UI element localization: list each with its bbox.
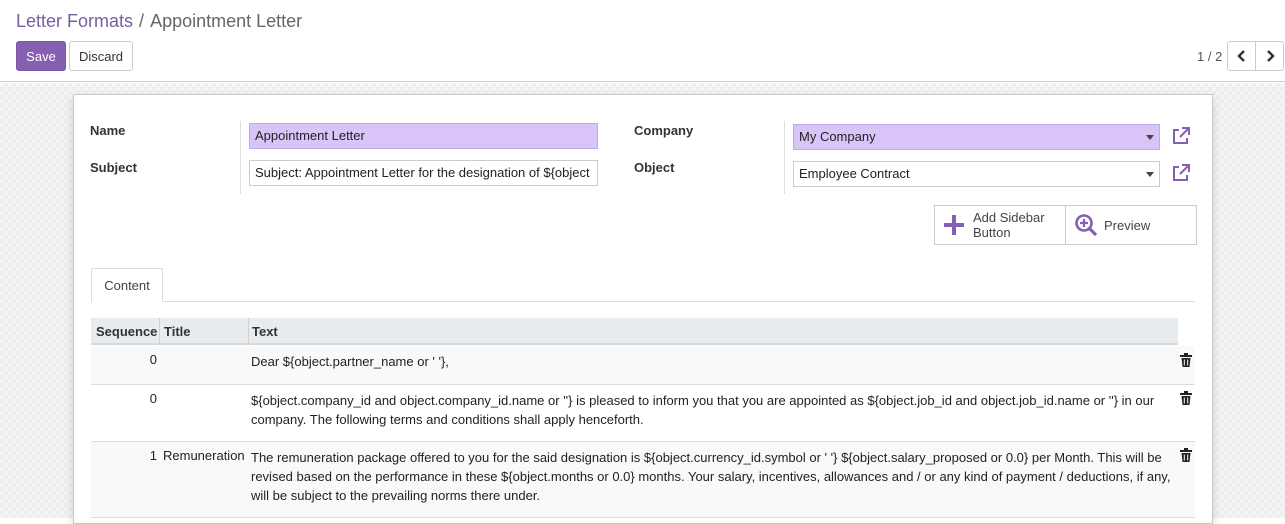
row-sequence: 1 bbox=[149, 448, 157, 463]
object-select[interactable]: Employee Contract bbox=[793, 161, 1160, 187]
row-text: The remuneration package offered to you … bbox=[251, 450, 1171, 503]
plus-icon bbox=[944, 215, 964, 235]
save-button[interactable]: Save bbox=[16, 41, 66, 71]
row-sequence: 0 bbox=[149, 391, 157, 406]
row-text: Dear ${object.partner_name or ' '}, bbox=[251, 354, 449, 369]
pager-value[interactable]: 1 / 2 bbox=[1197, 49, 1222, 64]
tab-underline bbox=[91, 301, 1195, 302]
object-select-value: Employee Contract bbox=[799, 166, 910, 181]
column-header-text[interactable]: Text bbox=[252, 324, 278, 339]
column-header-title[interactable]: Title bbox=[164, 324, 191, 339]
name-field[interactable]: Appointment Letter bbox=[249, 123, 598, 149]
company-select-value: My Company bbox=[799, 129, 876, 144]
trash-icon[interactable] bbox=[1180, 353, 1192, 367]
company-select[interactable]: My Company bbox=[793, 124, 1160, 150]
subject-field[interactable]: Subject: Appointment Letter for the desi… bbox=[249, 160, 598, 186]
caret-down-icon bbox=[1146, 135, 1154, 140]
trash-icon[interactable] bbox=[1180, 391, 1192, 405]
discard-button[interactable]: Discard bbox=[69, 41, 133, 71]
pager-next-button[interactable] bbox=[1255, 41, 1284, 71]
column-header-sequence[interactable]: Sequence bbox=[96, 324, 157, 339]
row-title: Remuneration bbox=[163, 448, 245, 463]
row-sequence: 0 bbox=[149, 352, 157, 367]
chevron-left-icon bbox=[1236, 50, 1245, 62]
pager-previous-button[interactable] bbox=[1227, 41, 1256, 71]
field-divider-right bbox=[784, 121, 785, 194]
name-label: Name bbox=[90, 123, 126, 138]
zoom-in-icon bbox=[1075, 214, 1098, 237]
add-sidebar-button[interactable]: Add Sidebar Button bbox=[934, 205, 1066, 245]
breadcrumb: Letter Formats / Appointment Letter bbox=[16, 11, 302, 32]
chevron-right-icon bbox=[1266, 50, 1275, 62]
trash-icon[interactable] bbox=[1180, 448, 1192, 462]
external-link-icon[interactable] bbox=[1171, 163, 1191, 183]
table-header: Sequence Title Text bbox=[91, 318, 1178, 345]
column-divider bbox=[248, 318, 249, 345]
object-label: Object bbox=[634, 160, 675, 175]
control-panel: Letter Formats / Appointment Letter Save D… bbox=[0, 0, 1285, 82]
add-sidebar-button-label-line2: Button bbox=[973, 225, 1011, 240]
caret-down-icon bbox=[1146, 172, 1154, 177]
table-row[interactable]: 0 ${object.company_id and object.company… bbox=[91, 385, 1195, 442]
table-row[interactable]: 1 Remuneration The remuneration package … bbox=[91, 442, 1195, 518]
subject-label: Subject bbox=[90, 160, 137, 175]
company-label: Company bbox=[634, 123, 694, 138]
preview-button[interactable]: Preview bbox=[1065, 205, 1197, 245]
column-divider bbox=[159, 318, 160, 345]
breadcrumb-parent-link[interactable]: Letter Formats bbox=[16, 11, 133, 31]
field-divider-left bbox=[240, 121, 241, 194]
add-sidebar-button-label: Add Sidebar Button bbox=[973, 210, 1045, 240]
tab-content[interactable]: Content bbox=[91, 268, 163, 302]
external-link-icon[interactable] bbox=[1171, 126, 1191, 146]
preview-button-label: Preview bbox=[1104, 217, 1151, 233]
table-row[interactable]: 0 Dear ${object.partner_name or ' '}, bbox=[91, 346, 1195, 385]
row-text: ${object.company_id and object.company_i… bbox=[251, 393, 1155, 427]
add-sidebar-button-label-line1: Add Sidebar bbox=[973, 210, 1045, 225]
breadcrumb-separator: / bbox=[139, 11, 145, 31]
breadcrumb-current: Appointment Letter bbox=[150, 11, 303, 31]
